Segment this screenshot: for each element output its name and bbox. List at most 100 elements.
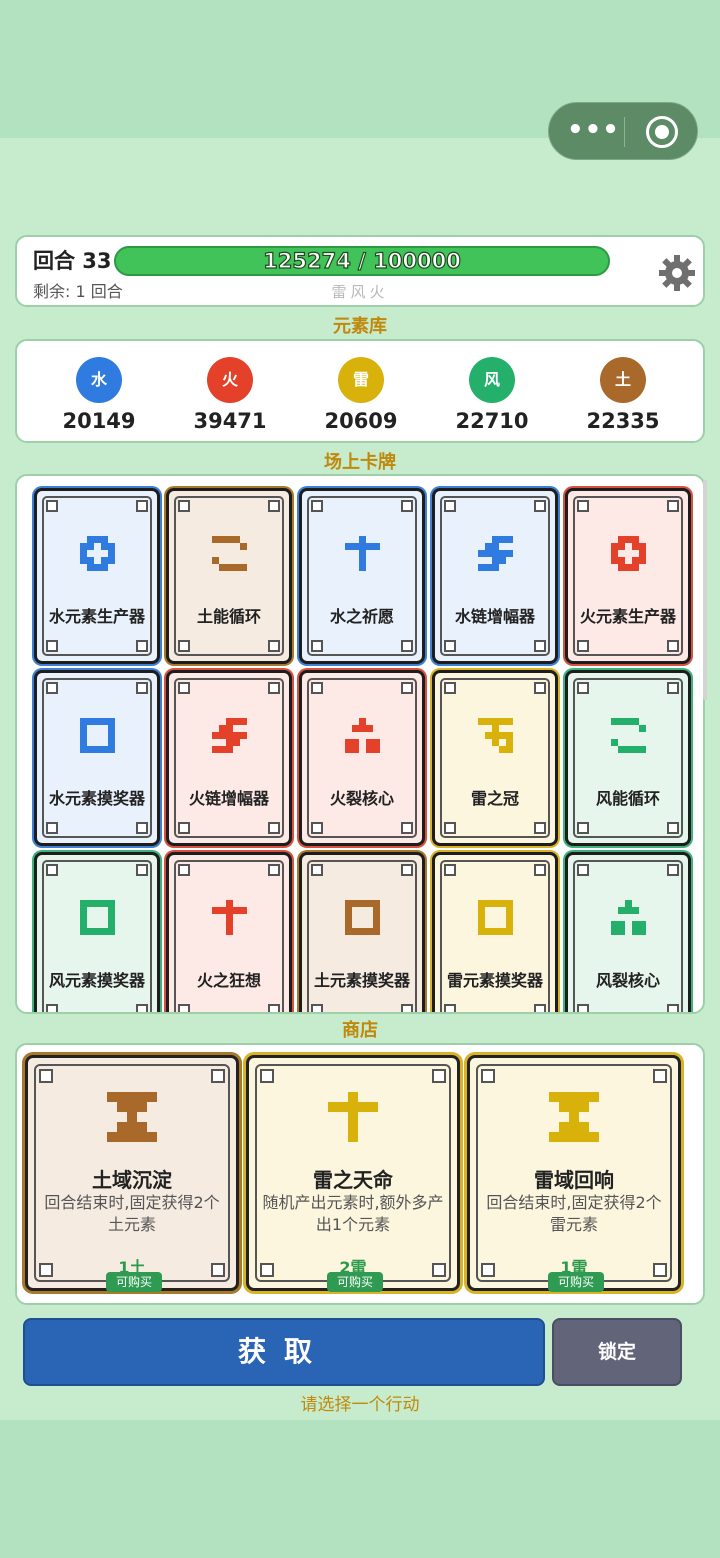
buy-badge[interactable]: 可购买 bbox=[327, 1272, 383, 1292]
lock-button[interactable]: 锁定 bbox=[552, 1318, 682, 1386]
field-card[interactable]: 土能循环 bbox=[166, 488, 292, 664]
card-corner-ornament bbox=[268, 500, 280, 512]
field-card[interactable]: 风元素摸奖器 bbox=[34, 852, 160, 1012]
card-corner-ornament bbox=[444, 1004, 456, 1012]
card-icon-wrap bbox=[568, 897, 688, 937]
card-icon-wrap bbox=[37, 715, 157, 755]
card-name: 土能循环 bbox=[196, 607, 261, 626]
card-corner-ornament bbox=[653, 1069, 667, 1083]
gear-icon[interactable] bbox=[657, 253, 697, 293]
buy-badge[interactable]: 可购买 bbox=[106, 1272, 162, 1292]
field-card[interactable]: 水之祈愿 bbox=[299, 488, 425, 664]
element-badge: 风 bbox=[469, 357, 515, 403]
card-corner-ornament bbox=[136, 864, 148, 876]
field-card[interactable]: 风裂核心 bbox=[565, 852, 691, 1012]
card-corner-ornament bbox=[178, 500, 190, 512]
shop-title: 商店 bbox=[342, 1020, 378, 1041]
card-corner-ornament bbox=[136, 1004, 148, 1012]
card-corner-ornament bbox=[534, 640, 546, 652]
field-card[interactable]: 水元素生产器 bbox=[34, 488, 160, 664]
cycle-icon bbox=[211, 535, 247, 571]
field-card[interactable]: 火裂核心 bbox=[299, 670, 425, 846]
field-scrollbar[interactable] bbox=[703, 480, 707, 700]
element-counter: 风 22710 bbox=[437, 357, 547, 433]
status-panel: 回合 33 剩余: 1 回合 125274 / 100000 雷风火 bbox=[15, 235, 705, 307]
card-corner-ornament bbox=[667, 682, 679, 694]
buy-badge[interactable]: 可购买 bbox=[548, 1272, 604, 1292]
card-corner-ornament bbox=[136, 682, 148, 694]
element-counter: 火 39471 bbox=[175, 357, 285, 433]
card-corner-ornament bbox=[534, 682, 546, 694]
field-card[interactable]: 火元素生产器 bbox=[565, 488, 691, 664]
field-card[interactable]: 火链增幅器 bbox=[166, 670, 292, 846]
close-target-icon[interactable] bbox=[646, 116, 678, 148]
card-corner-ornament bbox=[268, 822, 280, 834]
card-corner-ornament bbox=[178, 1004, 190, 1012]
card-corner-ornament bbox=[534, 500, 546, 512]
card-corner-ornament bbox=[667, 500, 679, 512]
field-card[interactable]: 火之狂想 bbox=[166, 852, 292, 1012]
score-progress-bar: 125274 / 100000 bbox=[114, 246, 610, 276]
card-name: 火裂核心 bbox=[329, 789, 394, 808]
card-name: 雷元素摸奖器 bbox=[446, 971, 543, 990]
card-corner-ornament bbox=[577, 500, 589, 512]
card-corner-ornament bbox=[46, 682, 58, 694]
card-corner-ornament bbox=[444, 822, 456, 834]
card-corner-ornament bbox=[667, 864, 679, 876]
card-corner-ornament bbox=[534, 864, 546, 876]
field-cards-title: 场上卡牌 bbox=[324, 452, 396, 473]
card-corner-ornament bbox=[432, 1069, 446, 1083]
card-name: 风能循环 bbox=[595, 789, 660, 808]
card-name: 土元素摸奖器 bbox=[313, 971, 410, 990]
field-card[interactable]: 雷之冠 bbox=[432, 670, 558, 846]
card-corner-ornament bbox=[268, 640, 280, 652]
card-name: 水之祈愿 bbox=[329, 607, 394, 626]
capsule-divider bbox=[624, 117, 625, 147]
field-card[interactable]: 水链增幅器 bbox=[432, 488, 558, 664]
card-icon-wrap bbox=[37, 897, 157, 937]
card-corner-ornament bbox=[577, 1004, 589, 1012]
card-name: 水元素生产器 bbox=[48, 607, 145, 626]
card-icon-wrap bbox=[169, 715, 289, 755]
card-corner-ornament bbox=[481, 1069, 495, 1083]
card-corner-ornament bbox=[577, 822, 589, 834]
card-corner-ornament bbox=[311, 822, 323, 834]
cross-icon bbox=[344, 535, 380, 571]
shop-card-desc: 回合结束时,固定获得2个雷元素 bbox=[486, 1193, 662, 1234]
element-library-panel: 水 20149 火 39471 雷 20609 风 22710 土 22335 bbox=[15, 339, 705, 443]
square-icon bbox=[79, 899, 115, 935]
field-card[interactable]: 风能循环 bbox=[565, 670, 691, 846]
card-icon-wrap bbox=[37, 533, 157, 573]
shop-card[interactable]: 雷之天命 随机产出元素时,额外多产出1个元素 2雷 可购买 bbox=[246, 1055, 460, 1292]
more-icon[interactable]: ••• bbox=[567, 115, 619, 149]
hourglass-icon bbox=[549, 1092, 599, 1142]
card-corner-ornament bbox=[46, 822, 58, 834]
element-count: 22710 bbox=[455, 409, 529, 433]
field-card[interactable]: 雷元素摸奖器 bbox=[432, 852, 558, 1012]
card-corner-ornament bbox=[46, 640, 58, 652]
shop-icon-wrap bbox=[470, 1092, 678, 1144]
card-frame bbox=[174, 678, 284, 838]
shop-card[interactable]: 土域沉淀 回合结束时,固定获得2个土元素 1土 可购买 bbox=[25, 1055, 239, 1292]
cross-icon bbox=[211, 899, 247, 935]
action-hint: 请选择一个行动 bbox=[300, 1395, 420, 1415]
card-corner-ornament bbox=[178, 864, 190, 876]
shop-icon-wrap bbox=[28, 1092, 236, 1144]
get-button[interactable]: 获取 bbox=[23, 1318, 545, 1386]
shop-card[interactable]: 雷域回响 回合结束时,固定获得2个雷元素 1雷 可购买 bbox=[467, 1055, 681, 1292]
card-corner-ornament bbox=[667, 1004, 679, 1012]
split-icon bbox=[610, 899, 646, 935]
element-count: 39471 bbox=[193, 409, 267, 433]
field-card[interactable]: 水元素摸奖器 bbox=[34, 670, 160, 846]
card-corner-ornament bbox=[46, 500, 58, 512]
element-counter: 水 20149 bbox=[44, 357, 154, 433]
square-icon bbox=[477, 899, 513, 935]
card-corner-ornament bbox=[534, 822, 546, 834]
card-corner-ornament bbox=[444, 682, 456, 694]
card-name: 火之狂想 bbox=[196, 971, 261, 990]
card-corner-ornament bbox=[444, 500, 456, 512]
chain-icon bbox=[211, 717, 247, 753]
grid-icon bbox=[610, 535, 646, 571]
field-card[interactable]: 土元素摸奖器 bbox=[299, 852, 425, 1012]
score-progress-text: 125274 / 100000 bbox=[263, 248, 462, 273]
